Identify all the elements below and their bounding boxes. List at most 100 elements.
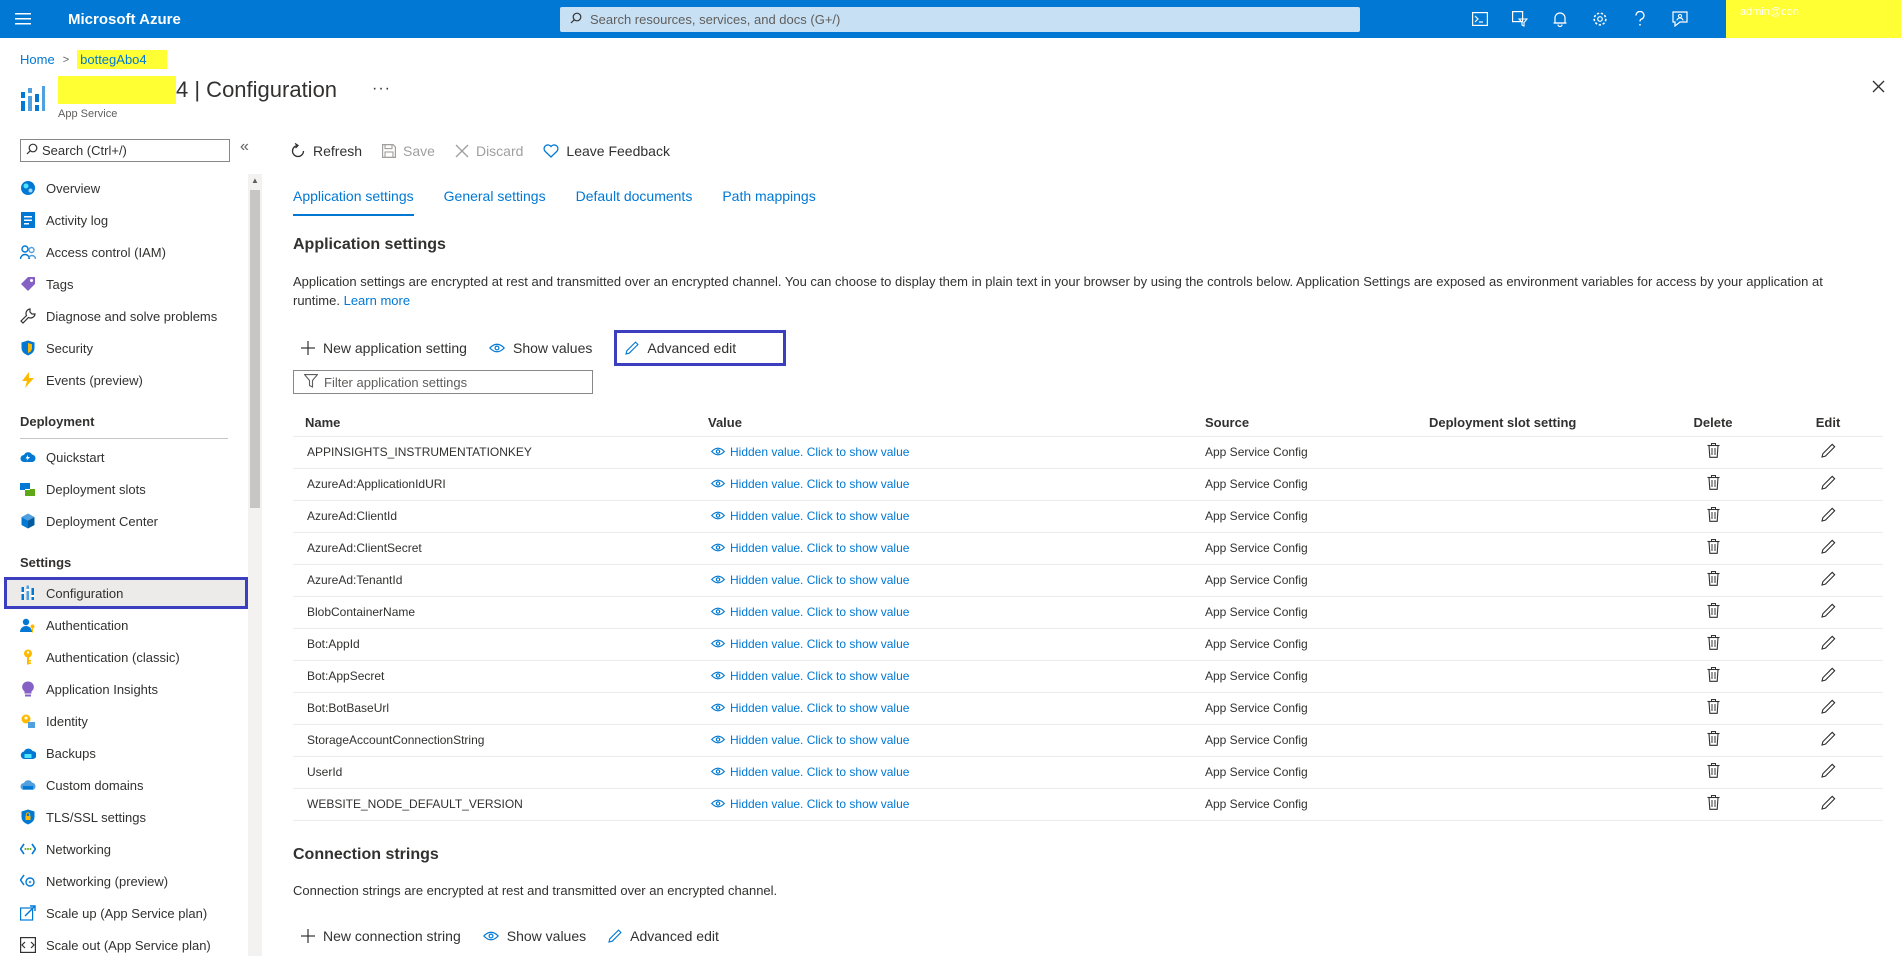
- trash-icon[interactable]: [1707, 763, 1720, 778]
- trash-icon[interactable]: [1707, 507, 1720, 522]
- pencil-icon[interactable]: [1820, 443, 1836, 458]
- column-header-name[interactable]: Name: [293, 410, 699, 437]
- sidebar-item-scale-out[interactable]: Scale out (App Service plan): [0, 929, 248, 956]
- trash-icon[interactable]: [1707, 635, 1720, 650]
- hidden-value-link[interactable]: Hidden value. Click to show value: [711, 445, 909, 459]
- sidebar-item-app-insights[interactable]: Application Insights: [0, 673, 248, 705]
- sidebar-item-authentication[interactable]: Authentication: [0, 609, 248, 641]
- hidden-value-link[interactable]: Hidden value. Click to show value: [711, 573, 909, 587]
- more-options-button[interactable]: ···: [372, 80, 391, 98]
- new-application-setting-button[interactable]: New application setting: [293, 330, 475, 366]
- column-header-value[interactable]: Value: [699, 410, 1205, 437]
- breadcrumb-home-link[interactable]: Home: [20, 52, 55, 67]
- column-header-source[interactable]: Source: [1205, 410, 1429, 437]
- hidden-value-link[interactable]: Hidden value. Click to show value: [711, 669, 909, 683]
- tab-default-documents[interactable]: Default documents: [576, 186, 693, 216]
- scrollbar-thumb[interactable]: [250, 190, 260, 508]
- brand-title[interactable]: Microsoft Azure: [68, 11, 181, 28]
- leave-feedback-button[interactable]: Leave Feedback: [543, 143, 670, 159]
- tab-application-settings[interactable]: Application settings: [293, 186, 414, 216]
- trash-icon[interactable]: [1707, 443, 1720, 458]
- feedback-icon[interactable]: [1660, 0, 1700, 38]
- pencil-icon[interactable]: [1820, 571, 1836, 586]
- pencil-icon[interactable]: [1820, 539, 1836, 554]
- account-badge[interactable]: admin@con: [1726, 0, 1901, 38]
- sidebar-item-tls-ssl[interactable]: TLS/SSL settings: [0, 801, 248, 833]
- sidebar-item-tags[interactable]: Tags: [0, 268, 248, 300]
- learn-more-link[interactable]: Learn more: [344, 293, 410, 308]
- pencil-icon[interactable]: [1820, 603, 1836, 618]
- sidebar-search-input[interactable]: [42, 143, 229, 158]
- trash-icon[interactable]: [1707, 539, 1720, 554]
- sidebar-item-scale-up[interactable]: Scale up (App Service plan): [0, 897, 248, 929]
- sidebar-item-activity-log[interactable]: Activity log: [0, 204, 248, 236]
- sidebar-item-deployment-slots[interactable]: Deployment slots: [0, 473, 248, 505]
- hidden-value-link[interactable]: Hidden value. Click to show value: [711, 701, 909, 715]
- save-button[interactable]: Save: [382, 143, 435, 159]
- trash-icon[interactable]: [1707, 699, 1720, 714]
- global-search-input[interactable]: [590, 12, 1360, 27]
- sidebar-search-box[interactable]: [20, 139, 230, 162]
- hidden-value-link[interactable]: Hidden value. Click to show value: [711, 637, 909, 651]
- pencil-icon[interactable]: [1820, 507, 1836, 522]
- discard-button[interactable]: Discard: [455, 143, 523, 159]
- sidebar-item-configuration[interactable]: Configuration: [4, 577, 248, 609]
- trash-icon[interactable]: [1707, 603, 1720, 618]
- sidebar-item-quickstart[interactable]: Quickstart: [0, 441, 248, 473]
- filter-app-settings-box[interactable]: [293, 370, 593, 394]
- hidden-value-link[interactable]: Hidden value. Click to show value: [711, 605, 909, 619]
- bell-icon[interactable]: [1540, 0, 1580, 38]
- sidebar-item-authentication-classic[interactable]: Authentication (classic): [0, 641, 248, 673]
- filter-app-settings-input[interactable]: [324, 374, 592, 390]
- new-connection-string-button[interactable]: New connection string: [293, 918, 469, 954]
- hidden-value-link[interactable]: Hidden value. Click to show value: [711, 765, 909, 779]
- hidden-value-link[interactable]: Hidden value. Click to show value: [711, 477, 909, 491]
- advanced-edit-button[interactable]: Advanced edit: [614, 330, 787, 366]
- hidden-value-link[interactable]: Hidden value. Click to show value: [711, 509, 909, 523]
- directory-filter-icon[interactable]: [1500, 0, 1540, 38]
- collapse-sidebar-button[interactable]: «: [240, 138, 249, 156]
- sidebar-item-events[interactable]: Events (preview): [0, 364, 248, 396]
- scroll-up-icon[interactable]: ▲: [251, 176, 259, 185]
- sidebar-item-networking[interactable]: Networking: [0, 833, 248, 865]
- trash-icon[interactable]: [1707, 731, 1720, 746]
- sidebar-item-security[interactable]: Security: [0, 332, 248, 364]
- trash-icon[interactable]: [1707, 571, 1720, 586]
- sidebar-item-networking-preview[interactable]: Networking (preview): [0, 865, 248, 897]
- hidden-value-link[interactable]: Hidden value. Click to show value: [711, 733, 909, 747]
- tab-path-mappings[interactable]: Path mappings: [722, 186, 815, 216]
- refresh-button[interactable]: Refresh: [290, 143, 362, 159]
- hidden-value-link[interactable]: Hidden value. Click to show value: [711, 797, 909, 811]
- pencil-icon[interactable]: [1820, 795, 1836, 810]
- global-search-box[interactable]: [560, 7, 1360, 32]
- cloud-shell-icon[interactable]: [1460, 0, 1500, 38]
- column-header-slot-setting[interactable]: Deployment slot setting: [1429, 410, 1653, 437]
- pencil-icon[interactable]: [1820, 763, 1836, 778]
- sidebar-item-custom-domains[interactable]: Custom domains: [0, 769, 248, 801]
- sidebar-item-access-control[interactable]: Access control (IAM): [0, 236, 248, 268]
- sidebar-scrollbar[interactable]: ▲: [248, 174, 262, 956]
- pencil-icon[interactable]: [1820, 475, 1836, 490]
- trash-icon[interactable]: [1707, 667, 1720, 682]
- hidden-value-link[interactable]: Hidden value. Click to show value: [711, 541, 909, 555]
- pencil-icon[interactable]: [1820, 699, 1836, 714]
- help-icon[interactable]: [1620, 0, 1660, 38]
- tab-general-settings[interactable]: General settings: [444, 186, 546, 216]
- sidebar-item-identity[interactable]: Identity: [0, 705, 248, 737]
- sidebar-item-backups[interactable]: Backups: [0, 737, 248, 769]
- close-icon[interactable]: [1872, 80, 1885, 96]
- advanced-edit-connection-button[interactable]: Advanced edit: [600, 918, 727, 954]
- pencil-icon[interactable]: [1820, 635, 1836, 650]
- trash-icon[interactable]: [1707, 475, 1720, 490]
- sidebar-item-diagnose[interactable]: Diagnose and solve problems: [0, 300, 248, 332]
- trash-icon[interactable]: [1707, 795, 1720, 810]
- pencil-icon[interactable]: [1820, 731, 1836, 746]
- gear-icon[interactable]: [1580, 0, 1620, 38]
- breadcrumb-app-link[interactable]: bottegAbo4: [77, 50, 167, 69]
- sidebar-item-deployment-center[interactable]: Deployment Center: [0, 505, 248, 537]
- pencil-icon[interactable]: [1820, 667, 1836, 682]
- sidebar-item-overview[interactable]: Overview: [0, 172, 248, 204]
- show-values-button[interactable]: Show values: [481, 330, 600, 366]
- menu-icon[interactable]: [0, 0, 46, 38]
- show-values-connection-button[interactable]: Show values: [475, 918, 594, 954]
